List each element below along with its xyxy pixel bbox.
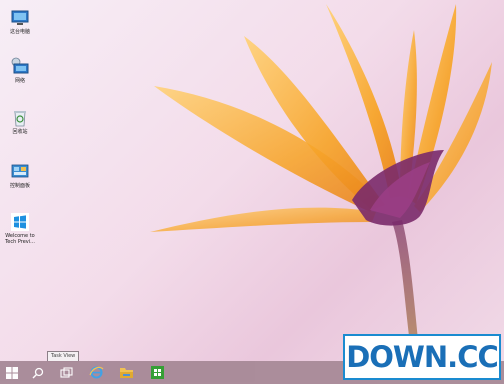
watermark-logo: DOWN.CC — [343, 334, 501, 380]
network-icon — [11, 57, 29, 74]
store-icon — [150, 366, 164, 379]
desktop-icon-label: 回收站 — [12, 129, 28, 135]
desktop-icon-welcome[interactable]: Welcome to Tech Previ... — [2, 212, 38, 245]
desktop-icon-recycle-bin[interactable]: 回收站 — [2, 108, 38, 135]
file-explorer-button[interactable] — [116, 363, 136, 382]
recycle-bin-icon — [14, 111, 26, 127]
task-view-icon — [59, 366, 73, 378]
windows-logo-icon — [11, 213, 29, 231]
desktop-icon-label: Welcome to Tech Previ... — [5, 233, 35, 245]
desktop-icon-label: 控制面板 — [9, 183, 30, 189]
folder-icon — [119, 368, 133, 378]
computer-icon — [11, 10, 29, 25]
desktop-icon-label: 网络 — [14, 78, 25, 84]
control-panel-icon — [11, 164, 29, 178]
desktop-icon-control-panel[interactable]: 控制面板 — [2, 162, 38, 189]
windows-logo-icon — [6, 366, 18, 379]
desktop-icon-this-pc[interactable]: 这台电脑 — [2, 8, 38, 35]
search-button[interactable] — [28, 363, 48, 382]
desktop-wallpaper — [150, 4, 492, 360]
desktop-icon-label: 这台电脑 — [9, 29, 30, 35]
search-icon — [32, 367, 44, 378]
watermark-text: DOWN.CC — [346, 340, 499, 374]
desktop-icon-network[interactable]: 网络 — [2, 57, 38, 84]
store-button[interactable] — [147, 363, 167, 382]
task-view-button[interactable] — [56, 363, 76, 382]
start-button[interactable] — [2, 363, 22, 382]
internet-explorer-button[interactable] — [86, 363, 106, 382]
internet-explorer-icon — [88, 366, 103, 379]
